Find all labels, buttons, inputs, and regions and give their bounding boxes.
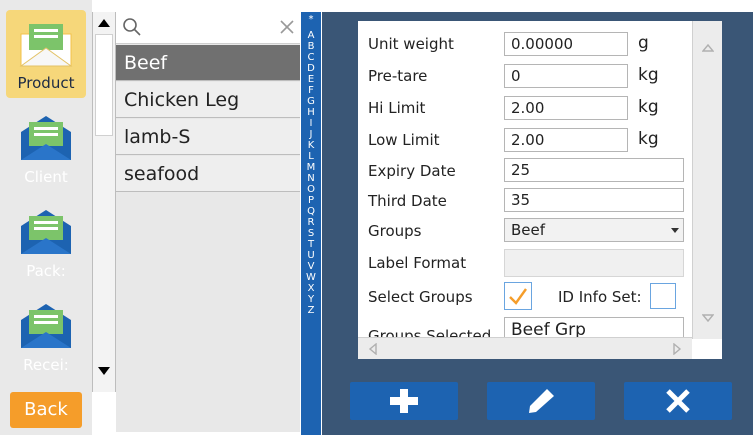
alpha-letter[interactable]: G (301, 96, 321, 107)
alpha-letter[interactable]: M (301, 162, 321, 173)
list-item[interactable]: Chicken Leg (116, 82, 300, 118)
id-info-set-label: ID Info Set: (558, 288, 642, 306)
scroll-down-arrow-icon[interactable] (97, 364, 111, 378)
select-groups-label: Select Groups (368, 288, 473, 306)
nav-label: Recei: (23, 356, 69, 374)
label-format-label: Label Format (368, 254, 467, 272)
alpha-letter[interactable]: K (301, 140, 321, 151)
checkmark-icon (509, 288, 527, 305)
alpha-letter[interactable]: D (301, 63, 321, 74)
plus-icon (390, 389, 418, 413)
expiry-date-label: Expiry Date (368, 162, 456, 180)
alpha-letter[interactable]: V (301, 261, 321, 272)
add-button[interactable] (350, 382, 458, 420)
alpha-letter[interactable]: O (301, 184, 321, 195)
pre-tare-unit: kg (638, 65, 659, 85)
product-form: Unit weight 0.00000 g Pre-tare 0 kg Hi L… (358, 21, 722, 359)
alpha-letter[interactable]: L (301, 151, 321, 162)
scroll-thumb[interactable] (95, 34, 113, 136)
unit-weight-field[interactable]: 0.00000 (504, 32, 628, 56)
search-icon (123, 18, 141, 36)
alpha-letter[interactable]: P (301, 195, 321, 206)
hi-limit-field[interactable]: 2.00 (504, 96, 628, 120)
nav-label: Pack: (26, 262, 66, 280)
low-limit-label: Low Limit (368, 131, 440, 149)
alpha-letter[interactable]: R (301, 217, 321, 228)
alpha-letter[interactable]: H (301, 107, 321, 118)
alpha-letter[interactable]: F (301, 85, 321, 96)
hi-limit-label: Hi Limit (368, 99, 426, 117)
alpha-letter[interactable]: C (301, 52, 321, 63)
scroll-up-arrow-icon[interactable] (97, 16, 111, 30)
groups-label: Groups (368, 222, 422, 240)
receive-envelope-icon (21, 304, 71, 348)
search-bar[interactable] (116, 12, 300, 44)
nav-item-product[interactable]: Product (6, 10, 86, 98)
nav-rail: Product Client Pack: Recei: Back (0, 0, 92, 435)
groups-select[interactable]: Beef (504, 218, 684, 242)
client-envelope-icon (21, 116, 71, 160)
nav-item-receive[interactable]: Recei: (6, 292, 86, 380)
list-scrollbar[interactable] (92, 12, 116, 392)
list-item[interactable]: lamb-S (116, 119, 300, 155)
delete-button[interactable] (624, 382, 732, 420)
nav-label: Product (17, 74, 75, 92)
alpha-letter[interactable]: E (301, 74, 321, 85)
scroll-up-arrow-icon[interactable] (702, 43, 714, 53)
product-list: Beef Chicken Leg lamb-S seafood (116, 12, 300, 432)
list-item[interactable]: seafood (116, 156, 300, 192)
pencil-icon (529, 389, 554, 413)
third-date-label: Third Date (368, 192, 447, 210)
pre-tare-field[interactable]: 0 (504, 64, 628, 88)
form-horizontal-scrollbar[interactable] (358, 337, 692, 359)
alpha-letter[interactable]: Z (301, 305, 321, 316)
detail-panel: Unit weight 0.00000 g Pre-tare 0 kg Hi L… (322, 12, 753, 435)
alpha-letter[interactable]: J (301, 129, 321, 140)
alpha-letter[interactable]: W (301, 272, 321, 283)
close-icon[interactable] (278, 18, 296, 36)
unit-weight-unit: g (638, 33, 649, 53)
label-format-field[interactable] (504, 249, 684, 277)
alpha-letter[interactable]: A (301, 30, 321, 41)
nav-label: Client (24, 168, 68, 186)
hi-limit-unit: kg (638, 97, 659, 117)
x-icon (666, 389, 690, 413)
alpha-letter[interactable]: B (301, 41, 321, 52)
form-vertical-scrollbar[interactable] (692, 21, 722, 339)
alpha-letter[interactable]: I (301, 118, 321, 129)
expiry-date-field[interactable]: 25 (504, 158, 684, 182)
list-item[interactable]: Beef (116, 45, 300, 81)
alphabet-index[interactable]: * A B C D E F G H I J K L M N O P Q R S … (301, 12, 321, 435)
alpha-letter[interactable]: Y (301, 294, 321, 305)
third-date-field[interactable]: 35 (504, 188, 684, 212)
product-envelope-icon (19, 24, 73, 67)
pre-tare-label: Pre-tare (368, 67, 428, 85)
id-info-set-checkbox[interactable] (650, 283, 676, 309)
alpha-letter[interactable]: Q (301, 206, 321, 217)
scroll-right-arrow-icon[interactable] (672, 343, 682, 355)
alpha-letter[interactable]: * (301, 14, 321, 25)
unit-weight-label: Unit weight (368, 35, 454, 53)
chevron-down-icon (671, 228, 679, 233)
nav-item-client[interactable]: Client (6, 104, 86, 192)
alpha-letter[interactable]: T (301, 239, 321, 250)
groups-select-value: Beef (511, 221, 546, 239)
low-limit-unit: kg (638, 129, 659, 149)
alpha-letter[interactable]: N (301, 173, 321, 184)
pack-envelope-icon (21, 210, 71, 254)
scroll-left-arrow-icon[interactable] (368, 343, 378, 355)
low-limit-field[interactable]: 2.00 (504, 128, 628, 152)
alpha-letter[interactable]: S (301, 228, 321, 239)
scroll-down-arrow-icon[interactable] (702, 313, 714, 323)
back-button[interactable]: Back (10, 392, 82, 428)
select-groups-checkbox[interactable] (504, 282, 532, 310)
nav-item-pack[interactable]: Pack: (6, 198, 86, 286)
alpha-letter[interactable]: X (301, 283, 321, 294)
edit-button[interactable] (487, 382, 595, 420)
alpha-letter[interactable]: U (301, 250, 321, 261)
